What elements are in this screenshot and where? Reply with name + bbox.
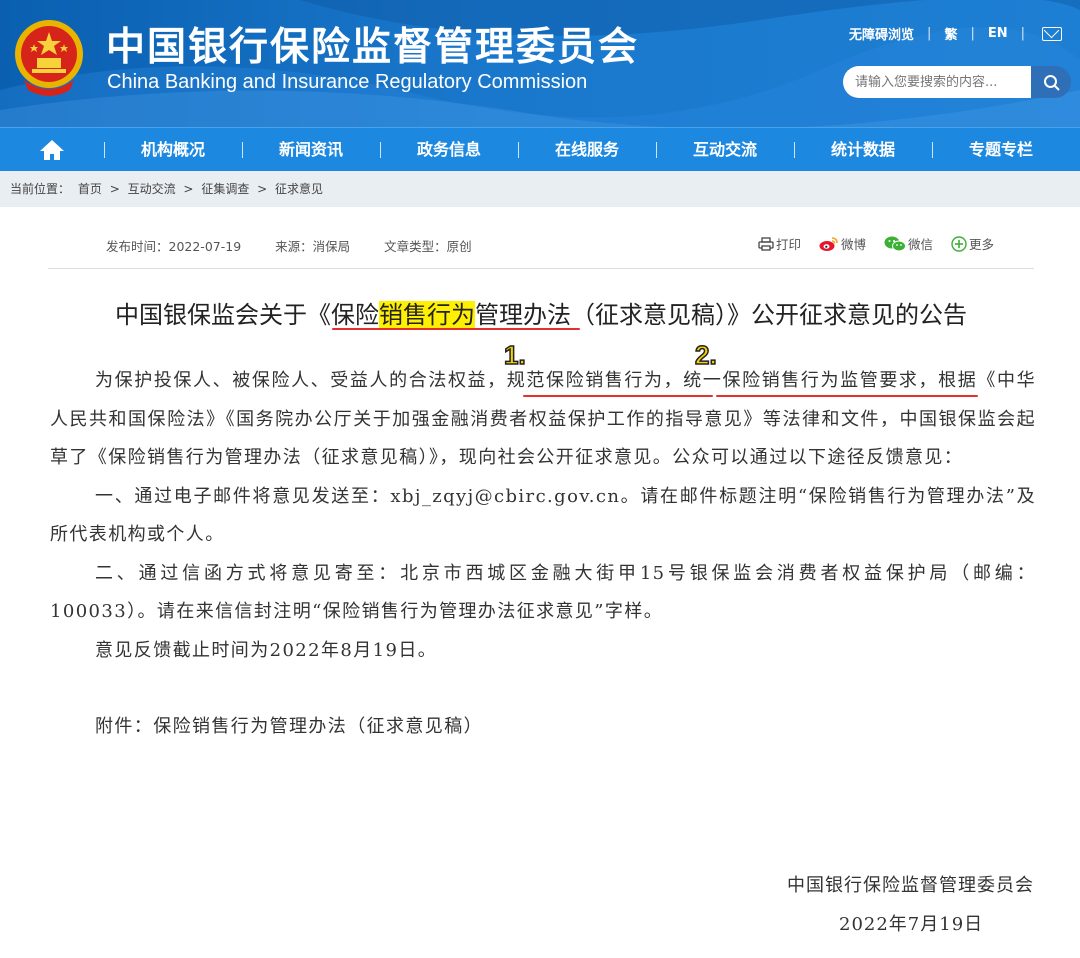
top-links: 无障碍浏览 | 繁 | EN | [849, 24, 1062, 43]
weibo-button[interactable]: 微博 [819, 234, 866, 253]
breadcrumb-survey[interactable]: 征集调查 [201, 182, 249, 196]
article-type: 文章类型：原创 [384, 239, 472, 254]
breadcrumb: 当前位置： 首页 > 互动交流 > 征集调查 > 征求意见 [0, 171, 1080, 207]
search-input[interactable] [843, 66, 1031, 98]
nav-item-about[interactable]: 机构概况 [104, 128, 242, 172]
plus-circle-icon [951, 235, 967, 252]
paragraph-2: 一、通过电子邮件将意见发送至：xbj_zqyj@cbirc.gov.cn。请在邮… [50, 485, 1036, 546]
breadcrumb-current[interactable]: 征求意见 [275, 182, 323, 196]
search-icon [1044, 75, 1060, 91]
nav-item-statistics[interactable]: 统计数据 [794, 128, 932, 172]
nav-item-interaction[interactable]: 互动交流 [656, 128, 794, 172]
title-underline [332, 328, 580, 330]
title-highlight: 销售行为 [379, 301, 475, 329]
wechat-button[interactable]: 微信 [884, 234, 933, 253]
signature: 中国银行保险监督管理委员会 [787, 875, 1034, 896]
publish-date: 发布时间：2022-07-19 [106, 239, 242, 254]
print-button[interactable]: 打印 [758, 234, 801, 253]
article-body: 为保护投保人、被保险人、受益人的合法权益，规范保险销售行为，统一保险销售行为监管… [50, 362, 1036, 747]
english-link[interactable]: EN [988, 26, 1008, 41]
article-title: 中国银保监会关于《保险销售行为管理办法（征求意见稿）》公开征求意见的公告 [115, 301, 967, 329]
print-icon [758, 236, 774, 251]
home-icon [40, 139, 64, 160]
nav-home[interactable] [0, 128, 104, 172]
site-title-cn: 中国银行保险监督管理委员会 [106, 25, 640, 70]
search-button[interactable] [1031, 66, 1071, 98]
breadcrumb-label: 当前位置： [10, 182, 71, 196]
accessibility-link[interactable]: 无障碍浏览 [849, 24, 914, 43]
traditional-chinese-link[interactable]: 繁 [944, 24, 957, 43]
article-source: 来源：消保局 [275, 239, 351, 254]
weibo-icon [819, 236, 838, 251]
mail-icon[interactable] [1042, 26, 1062, 41]
main-nav: 机构概况 新闻资讯 政务信息 在线服务 互动交流 统计数据 专题专栏 [0, 127, 1080, 171]
article-meta: 发布时间：2022-07-19 来源：消保局 文章类型：原创 [106, 236, 502, 255]
point-1-text: 规范保险销售行为 [506, 370, 664, 391]
attachment-link[interactable]: 附件：保险销售行为管理办法（征求意见稿） [50, 708, 1036, 747]
divider [48, 268, 1034, 269]
breadcrumb-home[interactable]: 首页 [78, 182, 102, 196]
nav-item-government-info[interactable]: 政务信息 [380, 128, 518, 172]
article-panel: 发布时间：2022-07-19 来源：消保局 文章类型：原创 打印 微博 微信 … [10, 207, 1072, 958]
paragraph-1: 为保护投保人、被保险人、受益人的合法权益，规范保险销售行为，统一保险销售行为监管… [50, 370, 1036, 468]
nav-item-special-topics[interactable]: 专题专栏 [932, 128, 1070, 172]
nav-item-news[interactable]: 新闻资讯 [242, 128, 380, 172]
nav-item-online-service[interactable]: 在线服务 [518, 128, 656, 172]
share-bar: 打印 微博 微信 更多 [758, 234, 1012, 253]
site-title-en: China Banking and Insurance Regulatory C… [107, 71, 588, 93]
national-emblem-icon [15, 20, 83, 96]
more-share-button[interactable]: 更多 [951, 234, 994, 253]
wechat-icon [884, 236, 907, 251]
signature-date: 2022年7月19日 [839, 914, 984, 935]
paragraph-3: 二、通过信函方式将意见寄至：北京市西城区金融大街甲15号银保监会消费者权益保护局… [50, 562, 1036, 623]
paragraph-4: 意见反馈截止时间为2022年8月19日。 [95, 639, 438, 661]
search-box [843, 66, 1071, 98]
site-header: 中国银行保险监督管理委员会 China Banking and Insuranc… [0, 0, 1080, 127]
point-2-text: 统一保险销售行为监管要求 [683, 370, 919, 391]
breadcrumb-interaction[interactable]: 互动交流 [128, 182, 176, 196]
